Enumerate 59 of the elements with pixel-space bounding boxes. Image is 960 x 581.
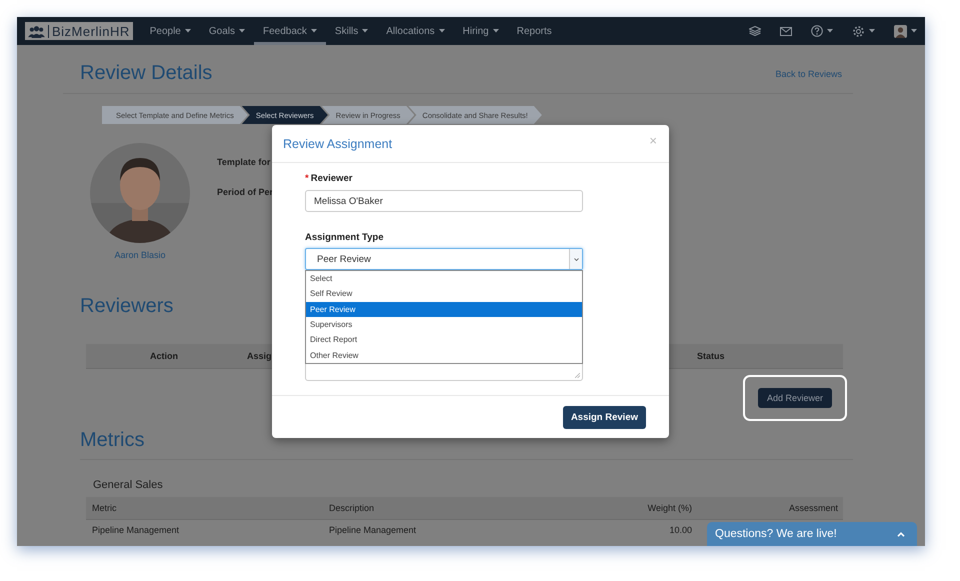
nav-menu-item[interactable]: Goals <box>200 17 254 45</box>
caret-icon <box>869 29 875 33</box>
nav-menu-item[interactable]: Skills <box>326 17 378 45</box>
dialog-title: Review Assignment <box>283 136 392 150</box>
table-cell-text: Pipeline Management <box>329 525 418 535</box>
page-title: Review Details <box>80 62 212 85</box>
required-mark: * <box>305 173 309 184</box>
caret-icon <box>827 29 833 33</box>
chevron-up-icon <box>897 532 905 536</box>
input-field[interactable]: Melissa O'Baker <box>305 190 583 212</box>
section-title: Reviewers <box>80 295 174 318</box>
people-group-icon <box>28 24 45 38</box>
section-title: Metrics <box>80 429 144 452</box>
mail-icon[interactable] <box>780 26 792 36</box>
table-cell-text: Pipeline Management <box>91 525 180 535</box>
caret-icon <box>184 29 191 33</box>
assign-review-button[interactable]: Assign Review <box>562 406 646 428</box>
chat-label: Questions? We are live! <box>715 528 837 540</box>
field-label: Assignment Type <box>305 232 384 243</box>
user-avatar-icon[interactable] <box>894 24 907 38</box>
select-field[interactable]: Peer Review <box>305 248 583 270</box>
caret-icon <box>362 29 368 33</box>
add-reviewer-button[interactable]: Add Reviewer <box>758 388 832 408</box>
field-label: Period of Per <box>217 187 274 197</box>
nav-menu-item[interactable]: Hiring <box>454 17 508 45</box>
column-header: Assessment <box>788 503 839 513</box>
logo[interactable]: BizMerlinHR <box>25 22 133 40</box>
nav-menu-item[interactable]: People <box>140 17 200 45</box>
layers-icon[interactable] <box>749 26 761 36</box>
caret-icon <box>239 29 245 33</box>
column-header: Action <box>149 351 179 361</box>
column-header: Assig <box>247 351 272 361</box>
dropdown-option[interactable]: Peer Review <box>306 302 582 317</box>
chat-widget[interactable]: Questions? We are live! <box>707 522 917 546</box>
dropdown-option[interactable]: Direct Report <box>306 332 582 348</box>
table-cell-text: 10.00 <box>668 525 692 535</box>
column-header: Metric <box>91 503 118 513</box>
resize-grip-icon <box>575 373 580 378</box>
dropdown-option[interactable]: Self Review <box>306 286 582 302</box>
group-title: General Sales <box>93 479 164 491</box>
chevron-down-icon <box>574 258 578 260</box>
help-icon[interactable] <box>811 25 823 37</box>
settings-icon[interactable] <box>852 24 865 38</box>
field-label: Template for <box>217 157 272 167</box>
column-header: Description <box>329 503 376 513</box>
caret-icon <box>438 29 445 33</box>
dropdown-option[interactable]: Other Review <box>306 347 582 363</box>
column-header: Weight (%) <box>646 503 692 513</box>
caret-icon <box>492 29 499 33</box>
dropdown-option[interactable]: Select <box>306 271 582 286</box>
nav-menu-item[interactable]: Reports <box>508 17 561 45</box>
caret-icon <box>911 29 917 33</box>
field-label: Reviewer <box>310 173 352 184</box>
logo-text: BizMerlinHR <box>48 24 130 38</box>
nav-menu-item[interactable]: Feedback <box>254 17 326 45</box>
nav-menu-item[interactable]: Allocations <box>377 17 454 45</box>
dropdown-option[interactable]: Supervisors <box>306 316 582 332</box>
column-header: Status <box>697 351 725 361</box>
caret-icon <box>310 29 317 33</box>
